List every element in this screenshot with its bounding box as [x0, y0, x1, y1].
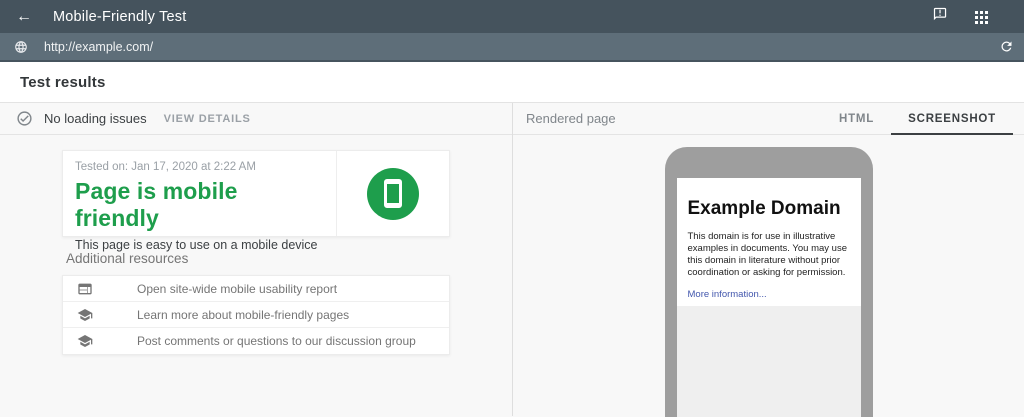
loading-status-label: No loading issues — [44, 111, 147, 126]
resource-item-discussion-group[interactable]: Post comments or questions to our discus… — [63, 328, 449, 354]
resources-section-title: Additional resources — [66, 251, 189, 266]
resource-item-label: Post comments or questions to our discus… — [137, 334, 416, 348]
resource-item-label: Open site-wide mobile usability report — [137, 281, 338, 296]
school-icon — [77, 308, 93, 321]
apps-grid-icon[interactable] — [975, 9, 988, 24]
rendered-page-title: Rendered page — [526, 111, 616, 126]
test-results-panel: No loading issues VIEW DETAILS Tested on… — [0, 103, 513, 416]
resource-item-usability-report[interactable]: Open site-wide mobile usability report — [63, 276, 449, 302]
result-card-text: Tested on: Jan 17, 2020 at 2:22 AM Page … — [63, 151, 336, 252]
result-card: Tested on: Jan 17, 2020 at 2:22 AM Page … — [62, 150, 450, 252]
rendered-page-content: Example Domain This domain is for use in… — [676, 178, 861, 306]
page-title: Test results — [20, 73, 106, 91]
rendered-page-heading: Example Domain — [687, 198, 841, 219]
globe-icon — [15, 40, 27, 53]
rendered-page-header: Rendered page HTML SCREENSHOT — [513, 103, 1024, 135]
tab-screenshot[interactable]: SCREENSHOT — [891, 103, 1013, 135]
view-details-link[interactable]: VIEW DETAILS — [164, 113, 251, 125]
rendered-page-panel: Rendered page HTML SCREENSHOT Example Do… — [513, 103, 1024, 417]
verdict-badge — [336, 151, 449, 236]
loading-status-row: No loading issues VIEW DETAILS — [0, 103, 512, 135]
resource-item-learn-more[interactable]: Learn more about mobile-friendly pages — [63, 302, 449, 328]
back-arrow-icon[interactable]: ← — [16, 8, 36, 26]
screenshot-preview-area: Example Domain This domain is for use in… — [513, 135, 1024, 417]
app-header: ← Mobile-Friendly Test — [0, 0, 1024, 33]
resources-card: Open site-wide mobile usability report L… — [62, 275, 450, 355]
app-title: Mobile-Friendly Test — [53, 8, 187, 25]
green-circle-badge — [367, 167, 419, 220]
results-bar: Test results — [0, 62, 1024, 103]
verdict-description: This page is easy to use on a mobile dev… — [75, 238, 318, 252]
phone-screen: Example Domain This domain is for use in… — [676, 178, 861, 417]
verdict-heading: Page is mobile friendly — [75, 178, 238, 231]
tested-on-timestamp: Tested on: Jan 17, 2020 at 2:22 AM — [75, 161, 256, 173]
url-input[interactable]: http://example.com/ — [44, 40, 999, 54]
url-bar: http://example.com/ — [0, 33, 1024, 62]
rendered-page-body: This domain is for use in illustrative e… — [687, 231, 847, 278]
web-icon — [78, 283, 92, 294]
tab-html[interactable]: HTML — [822, 103, 891, 135]
school-icon — [77, 335, 93, 347]
reload-icon[interactable] — [999, 39, 1014, 54]
resource-item-label: Learn more about mobile-friendly pages — [137, 307, 350, 322]
feedback-icon[interactable] — [932, 6, 948, 27]
main-content: No loading issues VIEW DETAILS Tested on… — [0, 103, 1024, 417]
more-information-link[interactable]: More information... — [688, 289, 767, 300]
smartphone-icon — [384, 179, 402, 208]
phone-mockup: Example Domain This domain is for use in… — [664, 147, 873, 417]
check-circle-icon — [17, 111, 32, 126]
